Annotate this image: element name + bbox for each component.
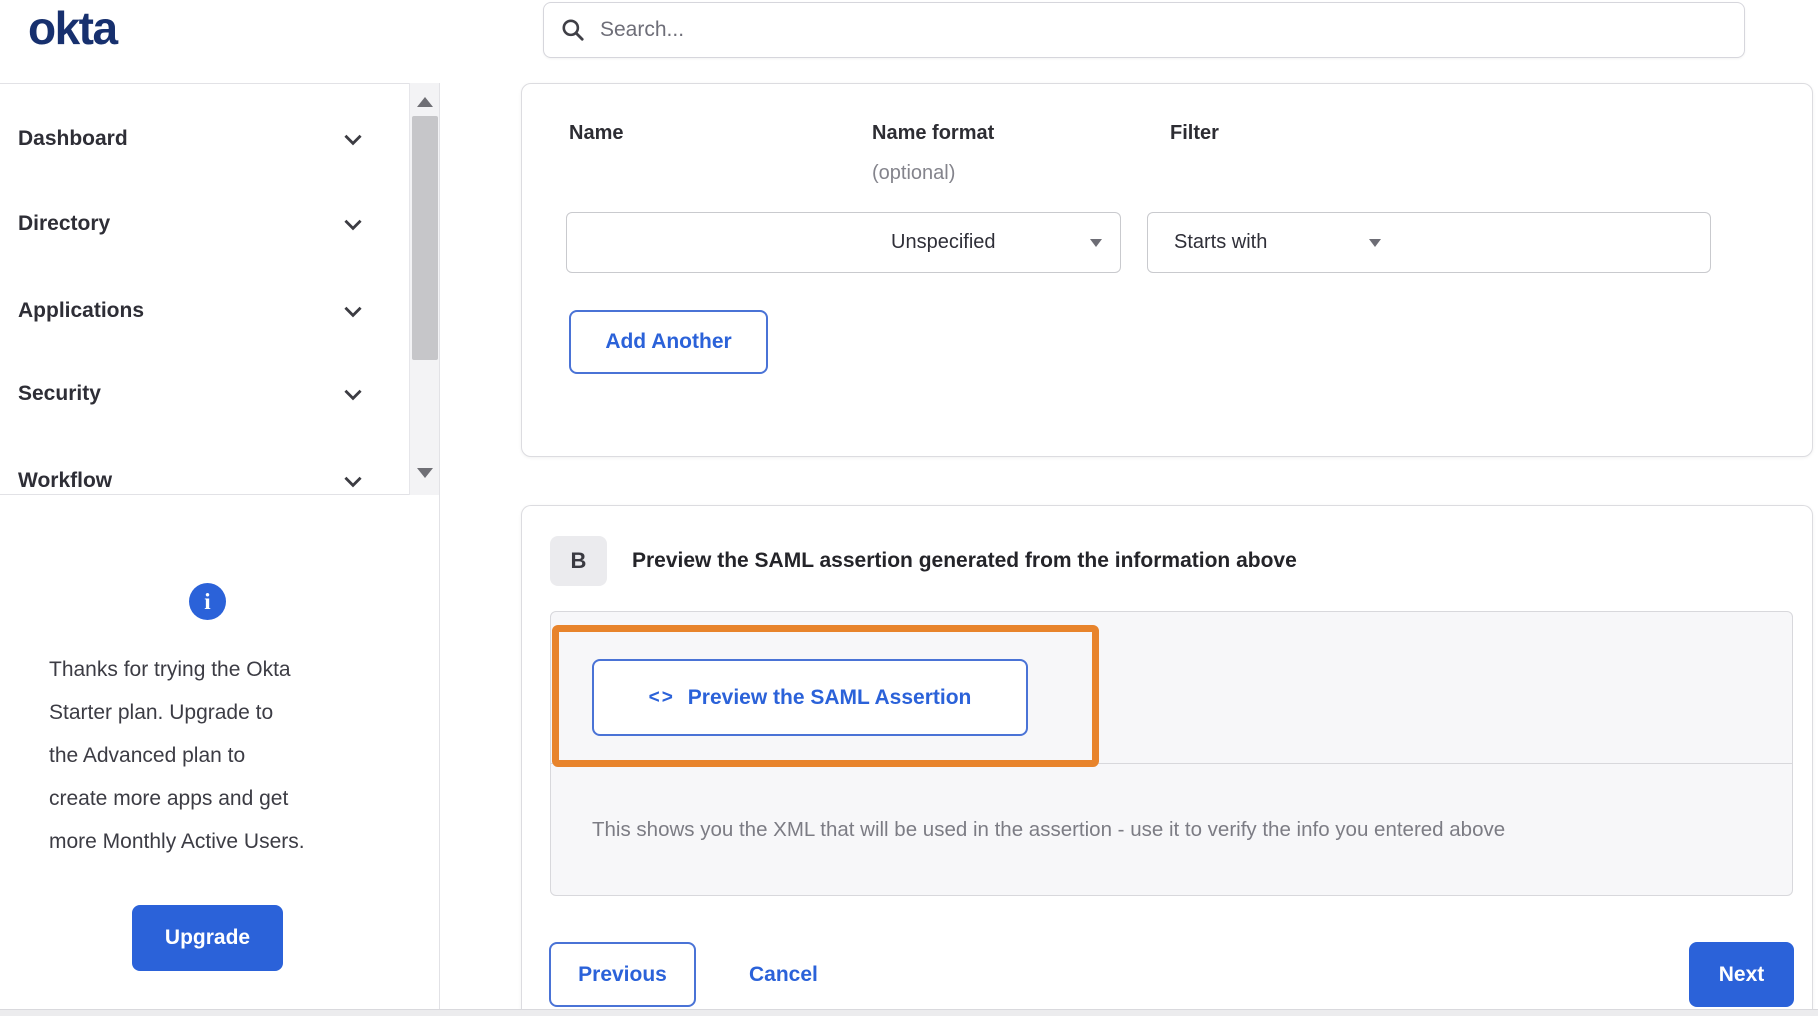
sidebar-item-directory[interactable]: Directory	[0, 201, 400, 247]
chevron-down-icon	[344, 219, 362, 231]
preview-section-title: Preview the SAML assertion generated fro…	[632, 549, 1297, 572]
preview-saml-card: B Preview the SAML assertion generated f…	[521, 505, 1813, 1016]
upgrade-note: Thanks for trying the Okta Starter plan.…	[49, 648, 409, 863]
scrollbar-up-arrow-icon[interactable]	[417, 97, 433, 107]
search-icon	[562, 19, 584, 41]
horizontal-scrollbar[interactable]	[0, 1009, 1818, 1016]
cancel-link[interactable]: Cancel	[749, 942, 818, 1007]
scrollbar-down-arrow-icon[interactable]	[417, 468, 433, 478]
chevron-down-icon	[344, 476, 362, 488]
preview-saml-assertion-button[interactable]: <> Preview the SAML Assertion	[592, 659, 1028, 736]
name-format-optional-hint: (optional)	[872, 162, 956, 184]
preview-panel-note: This shows you the XML that will be used…	[592, 817, 1506, 841]
chevron-down-icon	[344, 389, 362, 401]
attribute-statements-card: Name Name format (optional) Filter Unspe…	[521, 83, 1813, 457]
sidebar-item-applications[interactable]: Applications	[0, 288, 400, 334]
chevron-down-icon	[344, 306, 362, 318]
sidebar-scrollbar[interactable]	[409, 83, 439, 495]
okta-logo: okta	[28, 2, 118, 54]
sidebar-item-label: Applications	[18, 299, 145, 322]
upgrade-button[interactable]: Upgrade	[132, 905, 283, 971]
filter-type-select[interactable]: Starts with	[1147, 212, 1400, 273]
name-format-column-label: Name format	[872, 122, 995, 144]
okta-admin-page: okta Dashboard Directory Applications Se…	[0, 0, 1818, 1016]
name-column-label: Name	[569, 122, 624, 144]
previous-button[interactable]: Previous	[549, 942, 696, 1007]
sidebar-nav: Dashboard Directory Applications Securit…	[0, 83, 439, 495]
sidebar-right-border	[439, 83, 440, 1016]
preview-panel: This shows you the XML that will be used…	[550, 611, 1793, 896]
sidebar-item-workflow[interactable]: Workflow	[0, 458, 400, 504]
next-button[interactable]: Next	[1689, 942, 1794, 1007]
upgrade-note-line: the Advanced plan to	[49, 744, 246, 767]
global-search[interactable]	[543, 2, 1745, 58]
chevron-down-icon	[344, 134, 362, 146]
scrollbar-thumb[interactable]	[412, 116, 438, 360]
filter-value-input[interactable]	[1399, 212, 1711, 273]
upgrade-note-line: Starter plan. Upgrade to	[49, 701, 274, 724]
upgrade-note-line: more Monthly Active Users.	[49, 830, 305, 853]
filter-type-selected-value: Starts with	[1174, 231, 1268, 253]
upgrade-note-line: create more apps and get	[49, 787, 289, 810]
name-input[interactable]	[566, 212, 866, 273]
add-another-button[interactable]: Add Another	[569, 310, 768, 374]
select-caret-icon	[1369, 238, 1381, 247]
step-b-badge: B	[550, 536, 607, 586]
name-format-select[interactable]: Unspecified	[865, 212, 1121, 273]
sidebar-item-label: Directory	[18, 212, 111, 235]
select-caret-icon	[1090, 238, 1102, 247]
code-brackets-icon: <>	[648, 686, 675, 708]
sidebar-item-label: Dashboard	[18, 127, 128, 150]
sidebar-item-security[interactable]: Security	[0, 371, 400, 417]
info-icon: i	[189, 583, 226, 620]
sidebar-item-dashboard[interactable]: Dashboard	[0, 116, 400, 162]
upgrade-note-line: Thanks for trying the Okta	[49, 658, 291, 681]
sidebar-item-label: Workflow	[18, 469, 113, 492]
search-input[interactable]	[600, 18, 1728, 42]
name-format-selected-value: Unspecified	[891, 231, 996, 253]
sidebar-item-label: Security	[18, 382, 101, 405]
preview-button-label: Preview the SAML Assertion	[687, 685, 972, 709]
filter-column-label: Filter	[1170, 122, 1219, 144]
